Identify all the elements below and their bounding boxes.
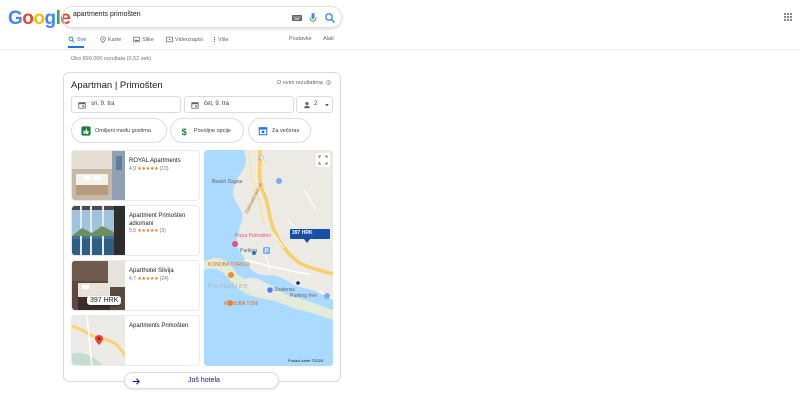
- active-tab-indicator: [68, 46, 84, 48]
- tools-label: Alati: [323, 36, 334, 42]
- svg-text:8: 8: [259, 157, 261, 161]
- dollar-icon: $: [182, 127, 187, 136]
- map-copyright: Podaci karte ©2020.: [288, 358, 325, 363]
- star-rating-icon: ★★★★★: [137, 166, 159, 172]
- thumbs-up-icon: [81, 126, 91, 136]
- tab-maps[interactable]: Karte: [100, 36, 121, 43]
- chip-label: Omiljeni među gostima: [95, 128, 151, 134]
- hotel-map[interactable]: 8 P Beach Dagna Dalmatinska ul. Pizza Pr…: [204, 150, 333, 366]
- checkout-date-field[interactable]: čet, 9. tra: [184, 96, 294, 113]
- hotel-rating: 4,9 ★★★★★ (13): [129, 166, 169, 172]
- tab-label: Sve: [77, 36, 87, 43]
- google-logo[interactable]: Google: [8, 8, 71, 30]
- search-box[interactable]: apartments primošten: [62, 6, 342, 28]
- map-label: KONOBA TORKUL: [208, 262, 251, 268]
- hotel-name: ROYAL Apartments: [129, 158, 181, 164]
- calendar-icon: [78, 102, 86, 109]
- rating-value: 4,7: [129, 276, 136, 282]
- hotel-item[interactable]: ROYAL Apartments 4,9 ★★★★★ (13): [71, 150, 200, 201]
- map-label: KONOBA TONI: [224, 301, 259, 307]
- review-count: (3): [159, 228, 166, 234]
- hotel-name: Apartment Primošten adiomani: [129, 213, 186, 227]
- tab-all[interactable]: Sve: [68, 36, 86, 43]
- tab-images[interactable]: Slike: [133, 36, 154, 43]
- map-label: Pizza Primošten: [235, 233, 272, 239]
- price-badge: 397 HRK: [87, 296, 122, 305]
- hotel-item[interactable]: Apartment Primošten adiomani 5,0 ★★★★★ (…: [71, 205, 200, 256]
- star-rating-icon: ★★★★★: [137, 276, 159, 282]
- hotel-rating: 5,0 ★★★★★ (3): [129, 228, 166, 234]
- map-pin-icon: [100, 36, 106, 43]
- logo-letter: o: [22, 8, 34, 29]
- chip-guest-favorites[interactable]: Omiljeni među gostima: [71, 118, 167, 143]
- logo-letter: g: [44, 8, 57, 29]
- search-tabs: Sve Karte Slike Videozapisi Više Postavk…: [68, 36, 338, 50]
- guests-count: 2: [314, 101, 318, 107]
- hotel-name: Apartments Primošten: [129, 323, 189, 329]
- video-icon: [166, 36, 173, 43]
- search-icon[interactable]: [324, 12, 336, 24]
- tabs-divider: [0, 49, 800, 50]
- tab-label: Videozapisi: [175, 36, 204, 43]
- chip-tonight[interactable]: Za večeras: [248, 118, 311, 143]
- logo-letter: o: [33, 8, 45, 29]
- tab-label: Slike: [142, 36, 154, 43]
- chevron-down-icon: [325, 104, 329, 107]
- svg-text:P: P: [265, 249, 269, 255]
- calendar-icon: [191, 102, 199, 109]
- tab-more[interactable]: Više: [213, 36, 229, 43]
- chip-label: Za večeras: [272, 128, 300, 134]
- guests-selector[interactable]: 2: [296, 96, 333, 113]
- hotel-map-thumbnail: [72, 316, 125, 365]
- checkin-date: sri, 9. tra: [91, 101, 115, 107]
- hotel-rating: 4,7 ★★★★★ (24): [129, 276, 169, 282]
- review-count: (24): [159, 276, 169, 282]
- tab-label: Karte: [108, 36, 122, 43]
- tab-label: Više: [218, 36, 229, 43]
- card-title: Apartman | Primošten: [71, 80, 163, 91]
- apps-grid-icon[interactable]: [784, 13, 792, 21]
- more-hotels-button[interactable]: Još hotela: [124, 372, 279, 389]
- review-count: (13): [159, 166, 169, 172]
- arrow-right-icon: [132, 378, 140, 385]
- checkout-date: čet, 9. tra: [204, 101, 230, 107]
- about-label: O ovim rezultatima: [277, 80, 323, 86]
- checkin-date-field[interactable]: sri, 9. tra: [71, 96, 181, 113]
- star-rating-icon: ★★★★★: [137, 228, 159, 234]
- microphone-icon[interactable]: [307, 12, 319, 24]
- hotel-name: Aparthotel Silvija: [129, 268, 174, 274]
- map-label: Beach Dagna: [212, 179, 243, 185]
- person-icon: [304, 101, 310, 109]
- more-vertical-icon: [213, 36, 216, 43]
- settings-label: Postavke: [289, 36, 312, 42]
- chip-label: Povoljne opcije: [194, 128, 231, 134]
- map-label: Parking: [240, 248, 257, 254]
- hotel-photo: [72, 151, 125, 200]
- hotel-item[interactable]: Apartments Primošten: [71, 315, 200, 366]
- hotel-item[interactable]: 397 HRK Aparthotel Silvija 4,7 ★★★★★ (24…: [71, 260, 200, 311]
- search-input[interactable]: apartments primošten: [73, 11, 141, 18]
- logo-letter: G: [8, 8, 23, 29]
- keyboard-icon[interactable]: [291, 12, 303, 24]
- settings-link[interactable]: Postavke: [289, 36, 312, 42]
- result-stats: Oko 890.000 rezultata (0,52 sek): [71, 56, 152, 62]
- tab-videos[interactable]: Videozapisi: [166, 36, 203, 43]
- tools-link[interactable]: Alati: [323, 36, 334, 42]
- hotel-photo: [72, 206, 125, 255]
- image-icon: [133, 36, 140, 43]
- svg-text:$: $: [182, 127, 187, 136]
- about-results-link[interactable]: O ovim rezultatima: [277, 80, 332, 86]
- rating-value: 5,0: [129, 228, 136, 234]
- map-label: Parking free: [290, 293, 317, 299]
- map-price-marker[interactable]: 397 HRK: [292, 230, 313, 236]
- more-hotels-label: Još hotela: [188, 377, 220, 384]
- chip-budget-options[interactable]: $ Povoljne opcije: [170, 118, 244, 143]
- search-icon: [68, 36, 75, 43]
- calendar-icon: [258, 127, 268, 136]
- info-icon: [326, 80, 332, 85]
- map-label: Primošten: [208, 283, 249, 290]
- rating-value: 4,9: [129, 166, 136, 172]
